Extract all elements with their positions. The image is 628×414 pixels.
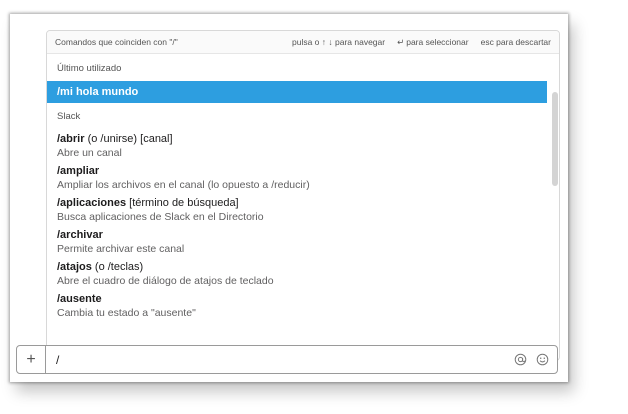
select-hint-label: para seleccionar	[406, 36, 469, 47]
command-item[interactable]: /atajos (o /teclas) Abre el cuadro de di…	[47, 258, 559, 290]
slash-command-popup: Comandos que coinciden con "/" pulsa o ↑…	[46, 30, 560, 361]
section-label-recent: Último utilizado	[57, 63, 122, 74]
select-hint: ↵ para seleccionar	[397, 37, 469, 48]
command-line: /abrir (o /unirse) [canal]	[57, 133, 549, 145]
command-description: Abre el cuadro de diálogo de atajos de t…	[57, 275, 274, 287]
recent-command-name: /mi hola mundo	[57, 86, 139, 98]
command-description: Ampliar los archivos en el canal (lo opu…	[57, 179, 310, 191]
command-item[interactable]: /abrir (o /unirse) [canal] Abre un canal	[47, 130, 559, 162]
cancel-hint: esc para descartar	[480, 37, 551, 47]
command-line: /ampliar	[57, 165, 549, 177]
at-icon[interactable]	[513, 353, 527, 367]
command-name: /ampliar	[57, 165, 100, 177]
matching-commands-label: Comandos que coinciden con "/"	[55, 37, 178, 47]
command-name: /atajos	[57, 261, 92, 273]
command-name: /aplicaciones	[57, 197, 127, 209]
command-item[interactable]: /ampliar Ampliar los archivos en el cana…	[47, 162, 559, 194]
message-input-bar: + /	[16, 345, 558, 374]
navigate-hint: pulsa o ↑ ↓ para navegar	[292, 37, 386, 47]
command-line: /aplicaciones [término de búsqueda]	[57, 197, 549, 209]
command-args: (o /unirse) [canal]	[84, 133, 173, 145]
plus-icon: +	[26, 350, 36, 368]
section-label-slack: Slack	[57, 111, 81, 122]
return-icon: ↵	[397, 36, 405, 47]
command-name: /ausente	[57, 293, 102, 305]
command-line: /ausente	[57, 293, 549, 305]
command-description: Cambia tu estado a "ausente"	[57, 307, 196, 319]
command-args: [término de búsqueda]	[126, 197, 239, 209]
command-item[interactable]: /aplicaciones [término de búsqueda] Busc…	[47, 194, 559, 226]
message-input[interactable]: /	[46, 353, 505, 367]
command-list[interactable]: Último utilizado /mi hola mundo Slack /a…	[47, 54, 559, 360]
add-attachment-button[interactable]: +	[17, 346, 46, 373]
command-line: /archivar	[57, 229, 549, 241]
command-line: /atajos (o /teclas)	[57, 261, 549, 273]
command-description: Permite archivar este canal	[57, 243, 185, 255]
command-name: /abrir	[57, 133, 85, 145]
command-item[interactable]: /ausente Cambia tu estado a "ausente"	[47, 290, 559, 322]
emoji-icon[interactable]	[535, 353, 549, 367]
input-actions	[505, 353, 557, 367]
command-description: Abre un canal	[57, 147, 122, 159]
command-args: (o /teclas)	[91, 261, 144, 273]
command-name: /archivar	[57, 229, 103, 241]
message-composer-frame: Comandos que coinciden con "/" pulsa o ↑…	[10, 14, 568, 382]
list-scrollbar[interactable]	[552, 92, 558, 186]
command-description: Busca aplicaciones de Slack en el Direct…	[57, 211, 264, 223]
command-item[interactable]: /archivar Permite archivar este canal	[47, 226, 559, 258]
recent-command-item[interactable]: /mi hola mundo	[47, 81, 547, 103]
popup-header: Comandos que coinciden con "/" pulsa o ↑…	[47, 31, 559, 54]
